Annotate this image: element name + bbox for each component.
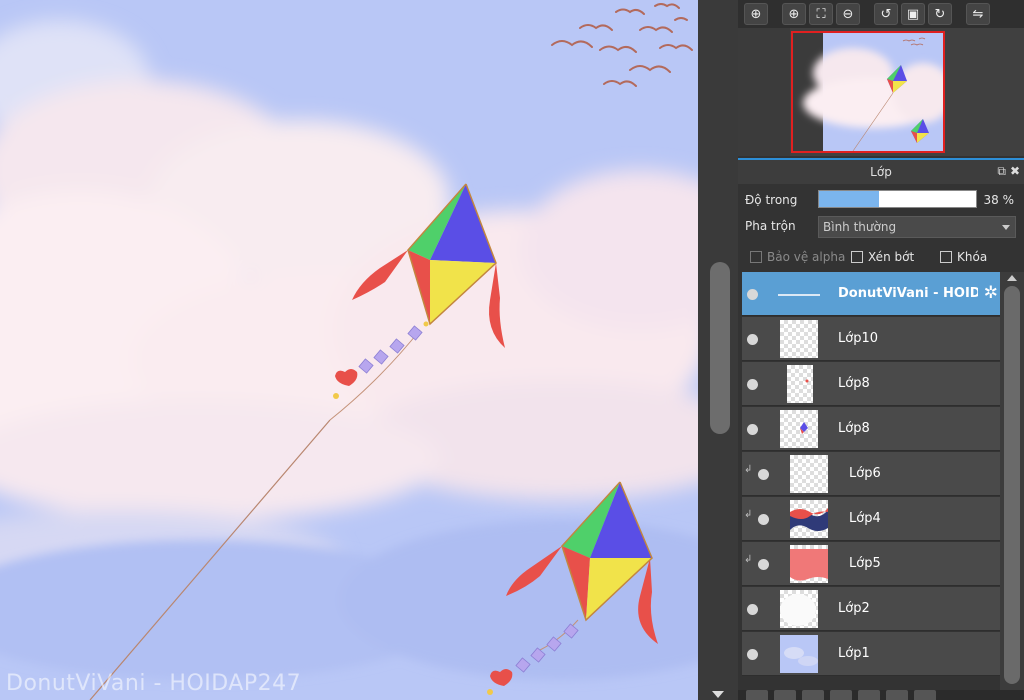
popout-icon[interactable]: ⧉ (997, 164, 1006, 179)
layer-name: Lớp6 (849, 466, 881, 481)
zoom-in-icon[interactable]: ⊕ (782, 3, 806, 25)
gear-icon[interactable]: ✲ (984, 283, 998, 303)
new-layer-icon[interactable] (802, 690, 824, 700)
layer-thumbnail (790, 455, 828, 493)
visibility-eye-icon[interactable] (747, 424, 758, 435)
opacity-label: Độ trong (745, 193, 798, 207)
navigator-panel[interactable] (738, 28, 1024, 156)
merge-icon[interactable] (886, 690, 908, 700)
scroll-up-arrow[interactable] (1007, 275, 1017, 281)
right-panel: ⊕ ⊕ ⛶ ⊖ ↺ ▣ ↻ ⇋ Lớp ⧉ ✖ Độ trong 38 % Ph… (738, 0, 1024, 700)
blend-mode-select[interactable]: Bình thường (818, 216, 1016, 238)
layer-list-scrollbar[interactable] (1000, 272, 1024, 690)
layer-name: DonutViVani - HOIDAP247 (838, 286, 978, 301)
scroll-thumb[interactable] (710, 262, 730, 434)
drawing-canvas[interactable]: DonutViVani - HOIDAP247 (0, 0, 698, 700)
scroll-down-arrow[interactable] (712, 691, 724, 698)
clipping-indicator-icon: ↲ (744, 554, 753, 565)
visibility-eye-icon[interactable] (747, 649, 758, 660)
watermark-text: DonutViVani - HOIDAP247 (6, 671, 302, 696)
layer-name: Lớp2 (838, 601, 870, 616)
opacity-row: Độ trong 38 % (738, 187, 1024, 213)
layer-bottom-toolbar (738, 690, 1024, 700)
layer-row[interactable]: ↲ Lớp4 (742, 497, 1000, 541)
fit-screen-icon[interactable]: ⛶ (809, 3, 833, 25)
layer-row[interactable]: Lớp8 (742, 407, 1000, 451)
visibility-eye-icon[interactable] (758, 559, 769, 570)
flip-icon[interactable]: ⇋ (966, 3, 990, 25)
layer-row-watermark[interactable]: DonutViVani - HOIDAP247 ✲ (742, 272, 1000, 316)
clipping-checkbox[interactable]: Xén bớt (851, 250, 914, 264)
layer-name: Lớp10 (838, 331, 878, 346)
protect-alpha-checkbox[interactable]: Bảo vệ alpha (750, 250, 845, 264)
new-layer-icon[interactable] (774, 690, 796, 700)
artwork (0, 0, 698, 700)
layer-row[interactable]: Lớp10 (742, 317, 1000, 361)
opacity-slider-fill (819, 191, 879, 207)
layer-row[interactable]: ↲ Lớp5 (742, 542, 1000, 586)
visibility-eye-icon[interactable] (747, 334, 758, 345)
layer-panel-header: Lớp ⧉ ✖ (738, 158, 1024, 184)
layer-row[interactable]: Lớp2 (742, 587, 1000, 631)
opacity-value: 38 % (983, 193, 1015, 207)
blend-row: Pha trộn Bình thường (738, 214, 1024, 240)
layer-name: Lớp8 (838, 421, 870, 436)
layer-name: Lớp1 (838, 646, 870, 661)
zoom-fit-icon[interactable]: ⊕ (744, 3, 768, 25)
layer-row[interactable]: ↲ Lớp6 (742, 452, 1000, 496)
layer-name: Lớp8 (838, 376, 870, 391)
visibility-eye-icon[interactable] (758, 514, 769, 525)
new-folder-icon[interactable] (830, 690, 852, 700)
chevron-down-icon (1002, 225, 1010, 230)
layer-list[interactable]: DonutViVani - HOIDAP247 ✲ Lớp10 Lớp8 Lớp… (742, 272, 1000, 690)
layer-row[interactable]: Lớp8 (742, 362, 1000, 406)
rotate-left-icon[interactable]: ↺ (874, 3, 898, 25)
layer-name: Lớp4 (849, 511, 881, 526)
blend-label: Pha trộn (745, 219, 796, 233)
layer-thumbnail (780, 410, 818, 448)
layer-options-row: Bảo vệ alpha Xén bớt Khóa (738, 246, 1024, 268)
layer-thumbnail (780, 635, 818, 673)
navigator-preview[interactable] (791, 31, 945, 153)
layer-thumbnail (780, 590, 818, 628)
visibility-eye-icon[interactable] (747, 379, 758, 390)
scroll-thumb[interactable] (1004, 286, 1020, 684)
visibility-eye-icon[interactable] (747, 289, 758, 300)
zoom-out-icon[interactable]: ⊖ (836, 3, 860, 25)
layer-row[interactable]: Lớp1 (742, 632, 1000, 676)
clipping-indicator-icon: ↲ (744, 509, 753, 520)
rotate-right-icon[interactable]: ↻ (928, 3, 952, 25)
layer-thumbnail (764, 275, 834, 313)
layer-panel-title: Lớp (870, 165, 892, 179)
copy-layer-icon[interactable] (858, 690, 880, 700)
navigator-toolbar: ⊕ ⊕ ⛶ ⊖ ↺ ▣ ↻ ⇋ (738, 0, 1024, 28)
visibility-eye-icon[interactable] (758, 469, 769, 480)
lock-checkbox[interactable]: Khóa (940, 250, 987, 264)
delete-icon[interactable] (914, 690, 936, 700)
layer-thumbnail (780, 320, 818, 358)
clipping-indicator-icon: ↲ (744, 464, 753, 475)
visibility-eye-icon[interactable] (747, 604, 758, 615)
layer-thumbnail (790, 500, 828, 538)
opacity-slider[interactable] (818, 190, 977, 208)
layer-thumbnail (790, 545, 828, 583)
layer-name: Lớp5 (849, 556, 881, 571)
blend-mode-value: Bình thường (823, 220, 897, 234)
actual-size-icon[interactable]: ▣ (901, 3, 925, 25)
close-icon[interactable]: ✖ (1010, 164, 1020, 178)
canvas-vertical-scrollbar[interactable] (698, 0, 738, 700)
new-layer-icon[interactable] (746, 690, 768, 700)
layer-thumbnail (787, 365, 813, 403)
